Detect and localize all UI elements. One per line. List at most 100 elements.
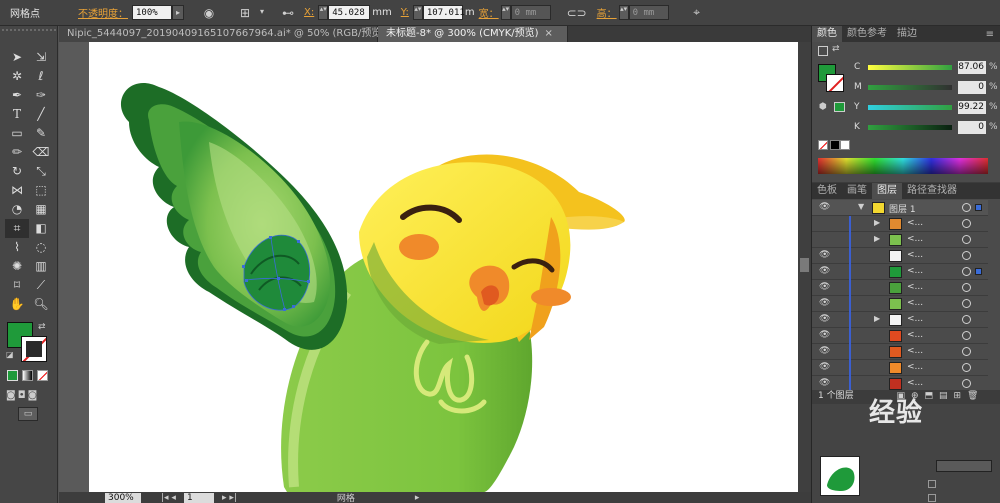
target-circle-icon[interactable] <box>962 267 971 276</box>
line-tool-icon[interactable]: ╱ <box>29 105 53 124</box>
layer-row-main[interactable]: 👁︎ ▼ 图层 1 <box>812 200 988 216</box>
sublayer-row[interactable]: ▶ <... <box>812 216 988 232</box>
eraser-tool-icon[interactable]: ⌫ <box>29 143 53 162</box>
target-circle-icon[interactable] <box>962 363 971 372</box>
paintbrush-tool-icon[interactable]: ✎ <box>29 124 53 143</box>
artboard[interactable] <box>89 42 798 492</box>
swap-icon[interactable]: ⇄ <box>832 44 840 54</box>
x-spinner[interactable]: ▴▾ <box>318 5 329 20</box>
sublayer-name[interactable]: <... <box>907 282 923 292</box>
sublayer-name[interactable]: <... <box>907 250 923 260</box>
opacity-input[interactable]: 100% <box>132 5 172 20</box>
target-circle-icon[interactable] <box>962 219 971 228</box>
reference-point-icon[interactable]: ⊞ <box>234 6 256 20</box>
yellow-input[interactable]: 99.22 <box>958 100 986 114</box>
height-input[interactable]: 0 mm <box>628 5 669 20</box>
expand-triangle-icon[interactable]: ▶ <box>874 234 880 243</box>
type-tool-icon[interactable]: T <box>5 105 29 124</box>
sublayer-name[interactable]: <... <box>907 266 923 276</box>
hand-tool-icon[interactable]: ✋ <box>5 295 29 314</box>
width-spinner[interactable]: ▴▾ <box>500 5 511 20</box>
sublayer-name[interactable]: <... <box>907 314 923 324</box>
color-stroke-swatch[interactable] <box>826 74 844 92</box>
sublayer-row[interactable]: 👁︎ <... <box>812 344 988 360</box>
sublayer-name[interactable]: <... <box>907 346 923 356</box>
toolbar-grip[interactable] <box>2 29 56 39</box>
color-spectrum-bar[interactable] <box>818 158 988 174</box>
magic-wand-tool-icon[interactable]: ✲ <box>5 67 29 86</box>
selection-indicator[interactable] <box>975 268 982 275</box>
page-number-field[interactable]: 1 <box>183 492 214 503</box>
make-mask-button[interactable] <box>936 460 992 472</box>
direct-selection-tool-icon[interactable]: ⇲ <box>29 48 53 67</box>
scale-tool-icon[interactable]: ⤡ <box>29 162 53 181</box>
first-page-icon[interactable]: |◂ ◂ <box>161 493 176 503</box>
target-circle-icon[interactable] <box>962 379 971 388</box>
visibility-eye-icon[interactable]: 👁︎ <box>819 250 831 260</box>
stroke-swatch[interactable] <box>21 336 47 362</box>
sublayer-name[interactable]: <... <box>907 234 923 244</box>
transform-icon[interactable]: ⌖ <box>685 5 709 20</box>
width-tool-icon[interactable]: ⋈ <box>5 181 29 200</box>
opacity-label[interactable]: 不透明度： <box>78 5 128 20</box>
expand-triangle-icon[interactable]: ▼ <box>858 202 864 211</box>
black-color-icon[interactable] <box>830 140 840 150</box>
invert-mask-checkbox[interactable] <box>928 494 936 502</box>
mesh-tool-icon[interactable]: ⌗ <box>5 219 29 238</box>
visibility-eye-icon[interactable]: 👁︎ <box>819 266 831 276</box>
target-circle-icon[interactable] <box>962 251 971 260</box>
blend-tool-icon[interactable]: ◌ <box>29 238 53 257</box>
lasso-tool-icon[interactable]: ℓ <box>29 67 53 86</box>
symbol-sprayer-tool-icon[interactable]: ✺ <box>5 257 29 276</box>
selection-tool-icon[interactable]: ➤ <box>5 48 29 67</box>
visibility-eye-icon[interactable]: 👁︎ <box>819 202 831 212</box>
anchor-convert-icon[interactable]: ⊷ <box>276 6 300 20</box>
constrain-link-icon[interactable]: ⊂⊃ <box>563 6 591 20</box>
opacity-dropdown[interactable]: ▸ <box>172 5 184 20</box>
target-circle-icon[interactable] <box>962 203 971 212</box>
tab-stroke[interactable]: 描边 <box>892 26 922 42</box>
sublayer-row[interactable]: 👁︎ ▶ <... <box>812 312 988 328</box>
close-icon[interactable]: × <box>545 28 553 39</box>
tab-brushes[interactable]: 画笔 <box>842 183 872 199</box>
sublayer-row[interactable]: 👁︎ <... <box>812 360 988 376</box>
visibility-eye-icon[interactable]: 👁︎ <box>819 282 831 292</box>
target-circle-icon[interactable] <box>962 315 971 324</box>
out-of-gamut-icon[interactable]: ⬢ <box>819 102 827 112</box>
target-circle-icon[interactable] <box>962 235 971 244</box>
status-mode-label[interactable]: 网格 <box>337 491 355 503</box>
y-spinner[interactable]: ▴▾ <box>412 5 423 20</box>
visibility-eye-icon[interactable]: 👁︎ <box>819 298 831 308</box>
scrollbar-thumb[interactable] <box>800 258 809 272</box>
visibility-eye-icon[interactable]: 👁︎ <box>819 330 831 340</box>
target-circle-icon[interactable] <box>962 283 971 292</box>
color-mode-icon[interactable] <box>7 370 18 381</box>
magenta-slider[interactable] <box>868 84 952 90</box>
clip-checkbox[interactable] <box>928 480 936 488</box>
target-circle-icon[interactable] <box>962 299 971 308</box>
sublayer-row[interactable]: ▶ <... <box>812 232 988 248</box>
column-graph-tool-icon[interactable]: ▥ <box>29 257 53 276</box>
sublayer-row[interactable]: 👁︎ <... <box>812 328 988 344</box>
sublayer-name[interactable]: <... <box>907 362 923 372</box>
sublayer-name[interactable]: <... <box>907 218 923 228</box>
visibility-eye-icon[interactable]: 👁︎ <box>819 314 831 324</box>
sublayer-name[interactable]: <... <box>907 378 923 388</box>
pen-tool-icon[interactable]: ✒ <box>5 86 29 105</box>
sublayer-row[interactable]: 👁︎ <... <box>812 296 988 312</box>
artboard-tool-icon[interactable]: ⌑ <box>5 276 29 295</box>
tab-color-guide[interactable]: 颜色参考 <box>842 26 892 42</box>
zoom-level-field[interactable]: 300% <box>105 492 141 503</box>
parrot-illustration[interactable] <box>89 42 798 492</box>
tab-swatches[interactable]: 色板 <box>812 183 842 199</box>
visibility-eye-icon[interactable]: 👁︎ <box>819 362 831 372</box>
width-input[interactable]: 0 mm <box>510 5 551 20</box>
pencil-tool-icon[interactable]: ✏ <box>5 143 29 162</box>
expand-triangle-icon[interactable]: ▶ <box>874 218 880 227</box>
recolor-icon[interactable]: ◉ <box>198 6 220 20</box>
visibility-eye-icon[interactable]: 👁︎ <box>819 378 831 388</box>
sublayer-row[interactable]: 👁︎ <... <box>812 264 988 280</box>
status-arrow-icon[interactable]: ▸ <box>415 493 420 503</box>
default-colors-icon[interactable]: ◪ <box>6 350 14 359</box>
magenta-input[interactable]: 0 <box>958 80 986 94</box>
